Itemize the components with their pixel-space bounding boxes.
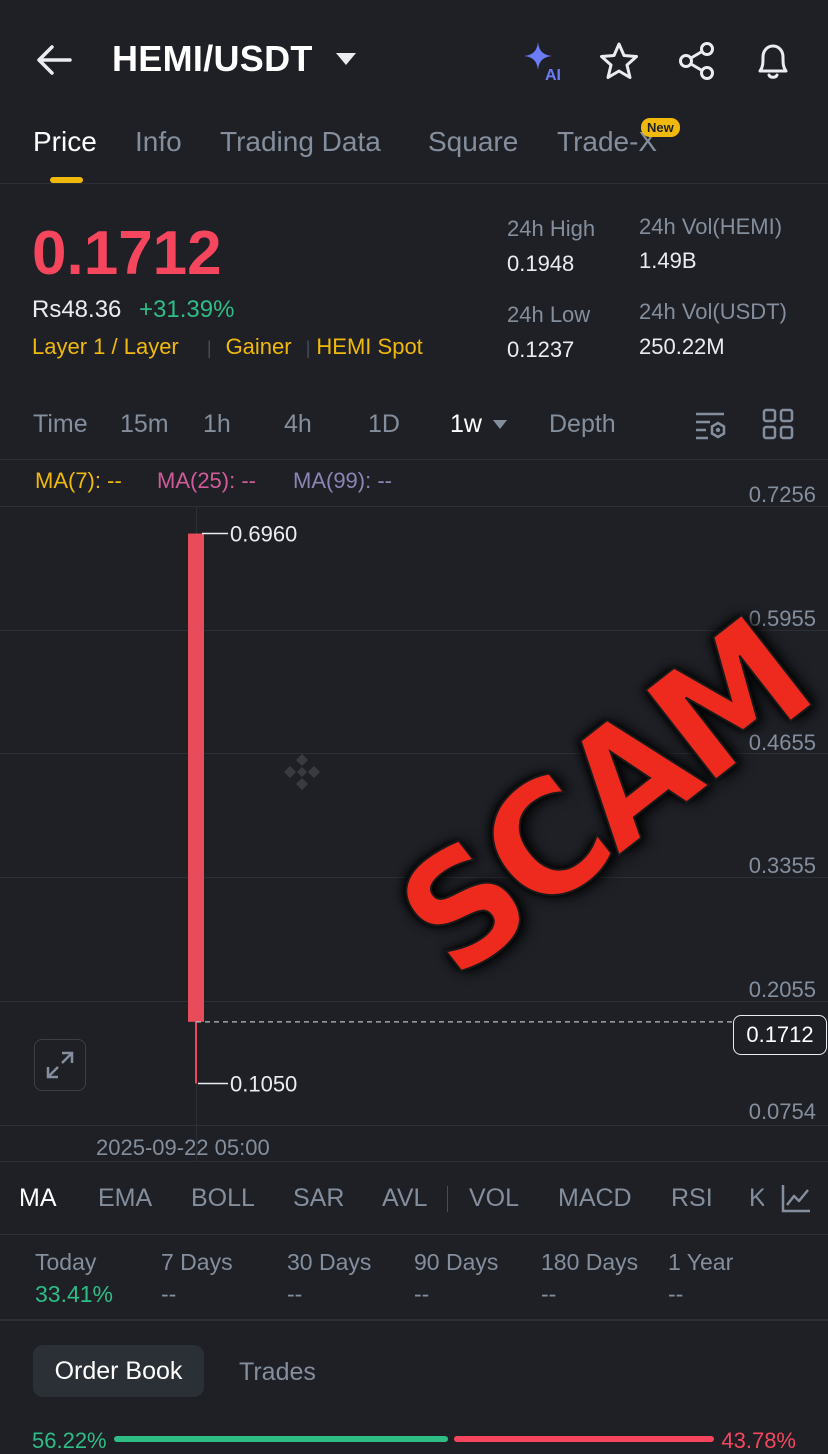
svg-text:AI: AI xyxy=(545,67,561,82)
tab-info[interactable]: Info xyxy=(135,126,182,158)
interval-1d[interactable]: 1D xyxy=(368,410,400,439)
vol-base-label: 24h Vol(HEMI) xyxy=(639,214,783,239)
indicator-divider xyxy=(447,1186,448,1212)
tag-gainer[interactable]: Gainer xyxy=(226,334,292,359)
ma99-label: MA(99): -- xyxy=(293,468,392,493)
fullscreen-button[interactable] xyxy=(34,1039,86,1091)
chart-settings-icon[interactable] xyxy=(694,408,728,442)
indicator-ema[interactable]: EMA xyxy=(98,1184,152,1213)
vol-quote-label: 24h Vol(USDT) xyxy=(639,299,787,324)
divider xyxy=(0,1161,828,1162)
ma7-label: MA(7): -- xyxy=(35,468,122,493)
high-label: 24h High xyxy=(507,216,596,241)
tab-order-book[interactable]: Order Book xyxy=(33,1345,204,1397)
caret-down-icon[interactable] xyxy=(492,419,508,430)
perf-label-today: Today xyxy=(35,1249,97,1275)
interval-time[interactable]: Time xyxy=(33,410,88,439)
new-badge: New xyxy=(641,118,680,137)
perf-value-1y: -- xyxy=(668,1281,684,1307)
divider xyxy=(0,1319,828,1321)
perf-label-7d: 7 Days xyxy=(161,1249,233,1275)
indicator-chart-icon[interactable] xyxy=(780,1182,812,1214)
perf-label-30d: 30 Days xyxy=(287,1249,372,1275)
low-price-label: 0.1050 xyxy=(230,1071,297,1096)
ai-sparkle-icon[interactable]: AI xyxy=(522,40,564,82)
divider xyxy=(0,459,828,460)
vol-quote-value: 250.22M xyxy=(639,334,725,359)
interval-1h[interactable]: 1h xyxy=(203,410,231,439)
last-price: 0.1712 xyxy=(32,219,222,288)
expand-icon xyxy=(46,1051,74,1079)
candle-body xyxy=(188,533,204,1022)
tab-trades[interactable]: Trades xyxy=(239,1358,316,1387)
tag-divider: | xyxy=(305,338,311,358)
grid-layout-icon[interactable] xyxy=(762,408,794,440)
tag-row: Layer 1 / Layer | Gainer | HEMI Spot xyxy=(32,334,423,360)
high-price-label: 0.6960 xyxy=(230,522,297,547)
bell-icon[interactable] xyxy=(752,40,794,82)
indicator-rsi[interactable]: RSI xyxy=(671,1184,713,1213)
back-arrow-icon[interactable] xyxy=(34,40,74,80)
x-axis-label: 2025-09-22 05:00 xyxy=(96,1135,270,1160)
interval-1w[interactable]: 1w xyxy=(450,410,482,439)
tab-square[interactable]: Square xyxy=(428,126,518,158)
interval-15m[interactable]: 15m xyxy=(120,410,169,439)
tag-spot[interactable]: HEMI Spot xyxy=(316,334,422,359)
current-price-tag: 0.1712 xyxy=(733,1015,827,1055)
tag-divider: | xyxy=(206,338,212,358)
perf-label-180d: 180 Days xyxy=(541,1249,639,1275)
high-value: 0.1948 xyxy=(507,251,575,276)
tab-trading-data[interactable]: Trading Data xyxy=(220,126,381,158)
caret-down-icon[interactable] xyxy=(335,52,357,66)
pair-title[interactable]: HEMI/USDT xyxy=(112,38,313,80)
tab-price[interactable]: Price xyxy=(33,126,97,158)
price-change: +31.39% xyxy=(139,296,235,323)
indicator-boll[interactable]: BOLL xyxy=(191,1184,255,1213)
perf-label-90d: 90 Days xyxy=(414,1249,499,1275)
indicator-ma[interactable]: MA xyxy=(19,1184,57,1213)
perf-value-today: 33.41% xyxy=(35,1281,114,1307)
buy-ratio-bar xyxy=(114,1436,448,1442)
indicator-vol[interactable]: VOL xyxy=(469,1184,519,1213)
fiat-price: Rs48.36 xyxy=(32,296,122,323)
star-icon[interactable] xyxy=(598,40,640,82)
perf-label-1y: 1 Year xyxy=(668,1249,734,1275)
indicator-macd[interactable]: MACD xyxy=(558,1184,632,1213)
divider xyxy=(0,1234,828,1235)
share-icon[interactable] xyxy=(676,40,718,82)
tag-layer[interactable]: Layer 1 / Layer xyxy=(32,334,179,359)
sell-ratio: 43.78% xyxy=(721,1428,796,1453)
sell-ratio-bar xyxy=(454,1436,714,1442)
low-label: 24h Low xyxy=(507,302,591,327)
divider xyxy=(0,183,828,184)
perf-value-30d: -- xyxy=(287,1281,303,1307)
interval-4h[interactable]: 4h xyxy=(284,410,312,439)
vol-base-value: 1.49B xyxy=(639,248,697,273)
y-tick-label: 0.7256 xyxy=(748,482,816,507)
buy-ratio: 56.22% xyxy=(32,1428,107,1453)
perf-value-7d: -- xyxy=(161,1281,177,1307)
ma25-label: MA(25): -- xyxy=(157,468,256,493)
perf-value-90d: -- xyxy=(414,1281,430,1307)
low-value: 0.1237 xyxy=(507,337,575,362)
perf-value-180d: -- xyxy=(541,1281,557,1307)
indicator-avl[interactable]: AVL xyxy=(382,1184,427,1213)
indicator-sar[interactable]: SAR xyxy=(293,1184,344,1213)
interval-depth[interactable]: Depth xyxy=(549,410,616,439)
